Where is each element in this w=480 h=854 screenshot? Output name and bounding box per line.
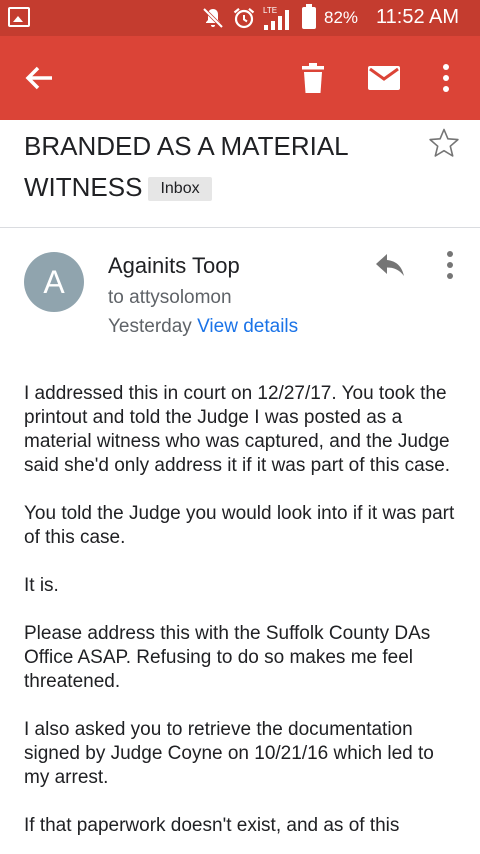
message-date: Yesterday [108, 316, 192, 337]
star-icon[interactable] [428, 127, 460, 159]
lte-signal-icon: LTE [263, 6, 289, 30]
more-vert-icon[interactable] [440, 62, 452, 94]
mail-icon[interactable] [368, 66, 400, 90]
back-arrow-icon[interactable] [24, 64, 56, 92]
body-paragraph: If that paperwork doesn't exist, and as … [24, 815, 400, 836]
body-paragraph: It is. [24, 575, 59, 596]
alarm-icon [233, 7, 255, 29]
status-bar: LTE 82% 11:52 AM [0, 0, 480, 36]
mute-icon [202, 7, 224, 29]
battery-icon [302, 4, 316, 29]
subject-block: BRANDED AS A MATERIAL WITNESS Inbox [24, 126, 404, 208]
clock: 11:52 AM [376, 6, 460, 28]
view-details-link[interactable]: View details [197, 316, 298, 337]
sender-name: Againits Toop [108, 253, 240, 278]
reply-icon[interactable] [374, 252, 406, 278]
body-paragraph: You told the Judge you would look into i… [24, 503, 455, 548]
message-body: I addressed this in court on 12/27/17. Y… [24, 382, 464, 854]
divider [0, 227, 480, 228]
more-vert-icon[interactable] [444, 250, 456, 280]
avatar[interactable]: A [24, 252, 84, 312]
svg-text:LTE: LTE [263, 6, 277, 15]
trash-icon[interactable] [300, 62, 326, 94]
app-bar [0, 36, 480, 120]
recipient-line: to attysolomon [108, 287, 232, 308]
gallery-icon [8, 7, 30, 27]
body-paragraph: I addressed this in court on 12/27/17. Y… [24, 383, 451, 476]
body-paragraph: Please address this with the Suffolk Cou… [24, 623, 431, 692]
date-row: Yesterday View details [108, 316, 298, 338]
battery-level: 82% [324, 8, 359, 27]
body-paragraph: I also asked you to retrieve the documen… [24, 719, 434, 788]
inbox-label[interactable]: Inbox [148, 177, 212, 202]
